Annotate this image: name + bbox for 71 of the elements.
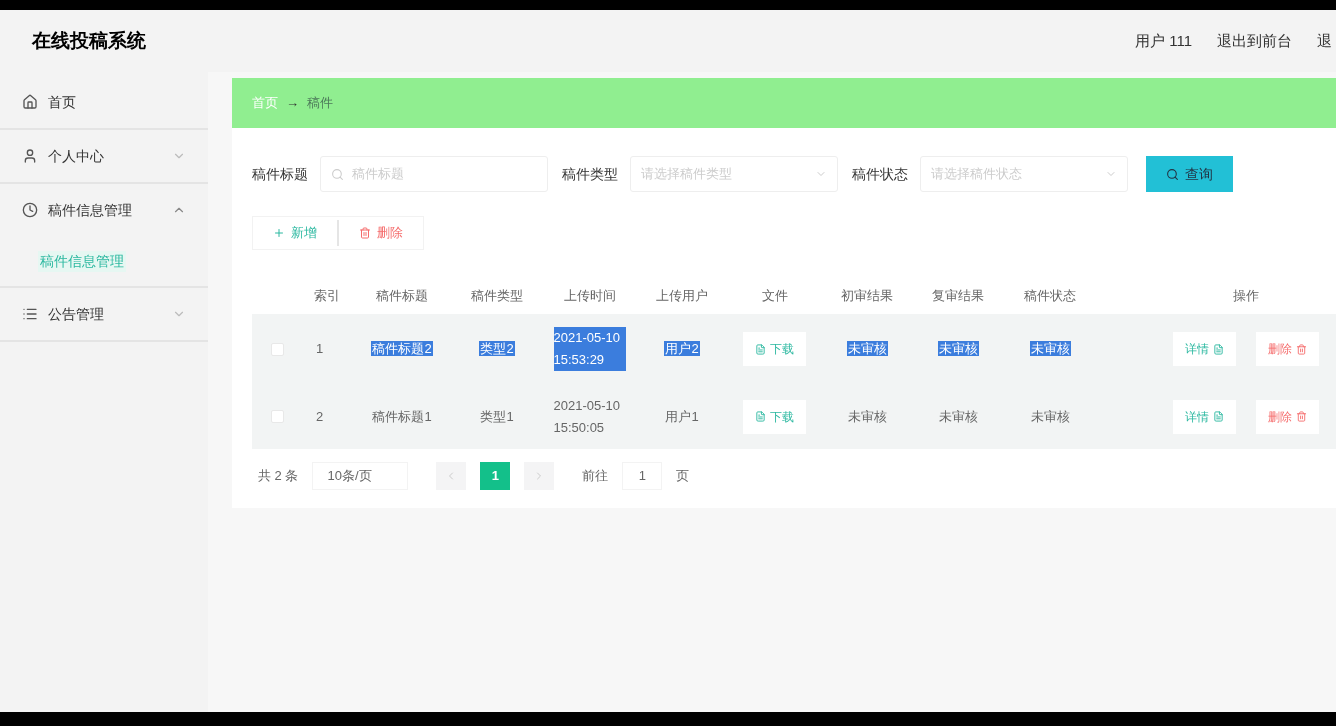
table-cell: 未审核 bbox=[1030, 408, 1070, 424]
sidebar-subitem[interactable]: 稿件信息管理 bbox=[38, 250, 126, 272]
next-page-button[interactable] bbox=[524, 462, 555, 490]
detail-button[interactable]: 详情 bbox=[1173, 399, 1236, 434]
sidebar-item[interactable]: 个人中心 bbox=[0, 130, 208, 182]
goto-input-field[interactable]: 1 bbox=[622, 462, 663, 490]
sidebar-item[interactable]: 稿件信息管理 bbox=[0, 184, 208, 236]
file-icon bbox=[755, 411, 766, 422]
download-button[interactable]: 下载 bbox=[743, 399, 806, 434]
filter-label: 稿件类型 bbox=[562, 164, 618, 184]
table-cell: 未审核 bbox=[846, 341, 888, 357]
sidebar-item[interactable]: 首页 bbox=[0, 76, 208, 128]
table-cell-text: 2021-05-10 15:50:05 bbox=[553, 396, 621, 437]
add-button[interactable]: 新增 bbox=[253, 217, 337, 249]
table-cell: 2021-05-10 15:53:29 bbox=[553, 327, 626, 371]
column-header: 索引 bbox=[313, 287, 341, 306]
plus-icon bbox=[273, 227, 285, 239]
column-header: 文件 bbox=[760, 287, 789, 306]
delete-button[interactable]: 删除 bbox=[1256, 332, 1319, 366]
app-title: 在线投稿系统 bbox=[32, 28, 146, 53]
table-cell: 未审核 bbox=[847, 408, 887, 424]
list-icon bbox=[22, 306, 38, 322]
column-header: 稿件状态 bbox=[1023, 287, 1077, 306]
table-cell: 类型1 bbox=[480, 408, 514, 424]
column-header: 复审结果 bbox=[931, 287, 985, 306]
clock-icon bbox=[22, 202, 38, 218]
table-cell: 未审核 bbox=[938, 408, 978, 424]
trash-icon bbox=[1296, 343, 1307, 355]
filter-label: 稿件标题 bbox=[252, 164, 308, 184]
delete-button[interactable]: 删除 bbox=[1256, 399, 1319, 434]
search-icon bbox=[1166, 167, 1179, 181]
total-count: 共 2 条 bbox=[258, 467, 299, 486]
breadcrumb-separator: → bbox=[286, 94, 299, 113]
trash-icon bbox=[359, 227, 371, 239]
search-button[interactable]: 查询 bbox=[1146, 156, 1233, 192]
goto-label: 前往 bbox=[582, 467, 609, 486]
table-cell: 用户1 bbox=[665, 408, 699, 424]
prev-page-button[interactable] bbox=[436, 462, 467, 490]
column-header: 上传时间 bbox=[562, 287, 617, 306]
table-cell: 稿件标题1 bbox=[372, 408, 432, 424]
breadcrumb-link[interactable]: 稿件 bbox=[307, 93, 333, 113]
header-link[interactable]: 用户 111 bbox=[1135, 29, 1192, 53]
goto-suffix: 页 bbox=[676, 467, 690, 486]
header-link[interactable]: 退出到前台 bbox=[1217, 29, 1292, 53]
column-header: 操作 bbox=[1232, 287, 1260, 306]
table-cell: 稿件标题2 bbox=[371, 341, 433, 357]
sidebar-item[interactable]: 公告管理 bbox=[0, 288, 208, 340]
home-icon bbox=[22, 94, 38, 110]
table-cell: 类型2 bbox=[479, 341, 515, 357]
filter-label: 稿件状态 bbox=[852, 164, 908, 184]
page-size-select[interactable]: 10条/页 bbox=[312, 462, 409, 490]
file-icon bbox=[1213, 411, 1224, 422]
file-icon bbox=[755, 343, 766, 355]
detail-button[interactable]: 详情 bbox=[1173, 332, 1236, 366]
header-link[interactable]: 退 bbox=[1317, 29, 1332, 53]
column-header: 稿件类型 bbox=[470, 287, 524, 306]
column-header: 上传用户 bbox=[655, 287, 709, 306]
trash-icon bbox=[1296, 411, 1307, 422]
table-cell-text: 1 bbox=[315, 340, 325, 359]
table-cell: 未审核 bbox=[1029, 341, 1071, 357]
file-icon bbox=[1213, 343, 1224, 355]
page-button[interactable]: 1 bbox=[480, 462, 511, 490]
download-button[interactable]: 下载 bbox=[743, 332, 806, 366]
table-cell: 用户2 bbox=[664, 341, 700, 357]
search-icon bbox=[331, 167, 344, 181]
table-cell-text: 2 bbox=[315, 407, 325, 426]
delete-button[interactable]: 删除 bbox=[339, 217, 423, 249]
column-header: 稿件标题 bbox=[375, 287, 429, 306]
column-header: 初审结果 bbox=[840, 287, 894, 306]
table-cell: 未审核 bbox=[937, 341, 979, 357]
user-icon bbox=[22, 148, 38, 164]
